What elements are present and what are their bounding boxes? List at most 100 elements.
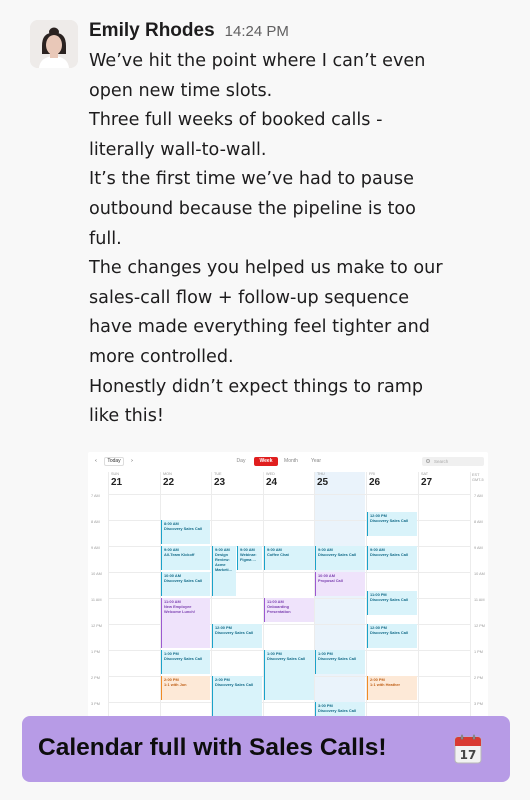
tab-month[interactable]: Month — [279, 457, 303, 466]
message-line: literally wall-to-wall. — [89, 139, 267, 160]
calendar-screenshot[interactable]: ‹ Today › Day Week Month Year Search SUN… — [88, 452, 488, 717]
event-title: Discovery Sales Call — [164, 656, 203, 661]
day-number: 22 — [163, 477, 175, 488]
calendar-event[interactable]: 9:00 AM Discovery Sales Call — [315, 546, 365, 570]
calendar-event[interactable]: 1:00 PM Discovery Sales Call — [264, 650, 314, 700]
event-title: Discovery Sales Call — [318, 656, 357, 661]
calendar-toolbar: ‹ Today › Day Week Month Year Search — [88, 452, 488, 470]
hour-label-right: 9 AM — [474, 546, 483, 550]
avatar[interactable] — [30, 20, 78, 68]
timezone-label: EST GMT-5 — [472, 473, 484, 482]
event-title: Onboarding Presentation — [267, 604, 291, 614]
hour-label-right: 7 AM — [474, 494, 483, 498]
calendar-event[interactable]: 11:00 AM New Employee Welcome Lunch! — [161, 598, 210, 648]
day-number: 21 — [111, 477, 123, 488]
hour-label-right: 8 AM — [474, 520, 483, 524]
tab-day[interactable]: Day — [229, 457, 253, 466]
event-title: Proposal Call — [318, 578, 343, 583]
message-text: We’ve hit the point where I can’t even o… — [89, 47, 509, 432]
svg-text:17: 17 — [460, 748, 477, 762]
message-line: more controlled. — [89, 346, 234, 367]
day-header[interactable]: WED 24 — [263, 472, 277, 492]
calendar-event[interactable]: 9:00 AM Design Review: Acme Marketi... — [212, 546, 236, 596]
day-number: 27 — [421, 477, 433, 488]
calendar-event[interactable]: 2:00 PM Discovery Sales Call — [212, 676, 262, 717]
calendar-event[interactable]: 2:00 PM 1:1 with Heather — [367, 676, 417, 700]
event-title: Discovery Sales Call — [215, 630, 254, 635]
hour-label: 9 AM — [91, 546, 100, 550]
hour-label: 11 AM — [91, 598, 102, 602]
event-title: Discovery Sales Call — [318, 552, 357, 557]
day-number: 23 — [214, 477, 226, 488]
calendar-event[interactable]: 8:00 AM Discovery Sales Call — [161, 520, 210, 544]
message-line: have made everything feel tighter and — [89, 317, 430, 338]
hour-label: 7 AM — [91, 494, 100, 498]
hour-label-right: 3 PM — [474, 702, 483, 706]
prev-week-button[interactable]: ‹ — [92, 457, 100, 466]
calendar-event[interactable]: 9:00 AM Webinar: Figma ... — [237, 546, 262, 570]
calendar-event[interactable]: 12:00 PM Discovery Sales Call — [367, 512, 417, 536]
day-number: 25 — [317, 477, 329, 488]
calendar-event[interactable]: 12:00 PM Discovery Sales Call — [212, 624, 262, 648]
hour-label: 1 PM — [91, 650, 100, 654]
day-header[interactable]: FRI 26 — [366, 472, 380, 492]
calendar-event[interactable]: 2:00 PM 1:1 with Jon — [161, 676, 210, 700]
message-line: outbound because the pipeline is too — [89, 198, 416, 219]
event-title: Discovery Sales Call — [318, 708, 357, 713]
day-header[interactable]: SAT 27 — [418, 472, 432, 492]
message-line: sales-call flow + follow-up sequence — [89, 287, 410, 308]
day-header[interactable]: THU 25 — [314, 472, 328, 492]
event-title: All-Team Kickoff — [164, 552, 195, 557]
calendar-event[interactable]: 1:00 PM Discovery Sales Call — [315, 650, 365, 674]
event-title: Discovery Sales Call — [267, 656, 306, 661]
message-line: Three full weeks of booked calls - — [89, 110, 383, 131]
today-button[interactable]: Today — [104, 457, 124, 466]
calendar-event[interactable]: 10:00 AM Discovery Sales Call — [161, 572, 210, 596]
message-line: It’s the first time we’ve had to pause — [89, 169, 414, 190]
calendar-event[interactable]: 12:00 PM Discovery Sales Call — [367, 624, 417, 648]
hour-label: 10 AM — [91, 572, 102, 576]
hour-label-right: 1 PM — [474, 650, 483, 654]
message-line: We’ve hit the point where I can’t even — [89, 51, 426, 71]
chat-message: Emily Rhodes 14:24 PM We’ve hit the poin… — [0, 0, 530, 800]
hour-line — [108, 494, 470, 495]
message-timestamp[interactable]: 14:24 PM — [225, 23, 289, 40]
day-header[interactable]: TUE 23 — [211, 472, 225, 492]
day-number: 24 — [266, 477, 278, 488]
calendar-event[interactable]: 3:00 PM Discovery Sales Call — [315, 702, 365, 717]
message-line: like this! — [89, 406, 164, 427]
event-title: Discovery Sales Call — [164, 526, 203, 531]
event-title: Discovery Sales Call — [164, 578, 203, 583]
message-header: Emily Rhodes 14:24 PM — [89, 20, 289, 42]
calendar-event[interactable]: 1:00 PM Discovery Sales Call — [161, 650, 210, 674]
event-title: 1:1 with Jon — [164, 682, 187, 687]
banner-text: Calendar full with Sales Calls! — [38, 734, 387, 761]
calendar-event[interactable]: 9:00 AM Coffee Chat — [264, 546, 314, 570]
calendar-event[interactable]: 11:00 AM Onboarding Presentation — [264, 598, 314, 622]
event-title: Discovery Sales Call — [370, 630, 409, 635]
tab-year[interactable]: Year — [304, 457, 328, 466]
hour-label-right: 11 AM — [474, 598, 485, 602]
column-divider — [470, 472, 471, 717]
author-name[interactable]: Emily Rhodes — [89, 20, 215, 42]
day-header[interactable]: SUN 21 — [108, 472, 122, 492]
hour-label: 8 AM — [91, 520, 100, 524]
hour-label: 2 PM — [91, 676, 100, 680]
calendar-event[interactable]: 9:00 AM Discovery Sales Call — [367, 546, 417, 570]
column-divider — [418, 472, 419, 717]
event-title: Discovery Sales Call — [370, 597, 409, 602]
message-line: open new time slots. — [89, 80, 273, 101]
calendar-event[interactable]: 11:00 PM Discovery Sales Call — [367, 591, 417, 615]
next-week-button[interactable]: › — [128, 457, 136, 466]
calendar-search-input[interactable]: Search — [422, 457, 484, 466]
calendar-event[interactable]: 10:00 AM Proposal Call — [315, 572, 365, 596]
hour-label: 3 PM — [91, 702, 100, 706]
hour-label-right: 2 PM — [474, 676, 483, 680]
calendar-event[interactable]: 9:00 AM All-Team Kickoff — [161, 546, 210, 570]
message-line: full. — [89, 228, 122, 249]
event-title: Coffee Chat — [267, 552, 289, 557]
message-line: The changes you helped us make to our — [89, 258, 443, 279]
hour-label: 12 PM — [91, 624, 102, 628]
tab-week[interactable]: Week — [254, 457, 278, 466]
day-header[interactable]: MON 22 — [160, 472, 174, 492]
